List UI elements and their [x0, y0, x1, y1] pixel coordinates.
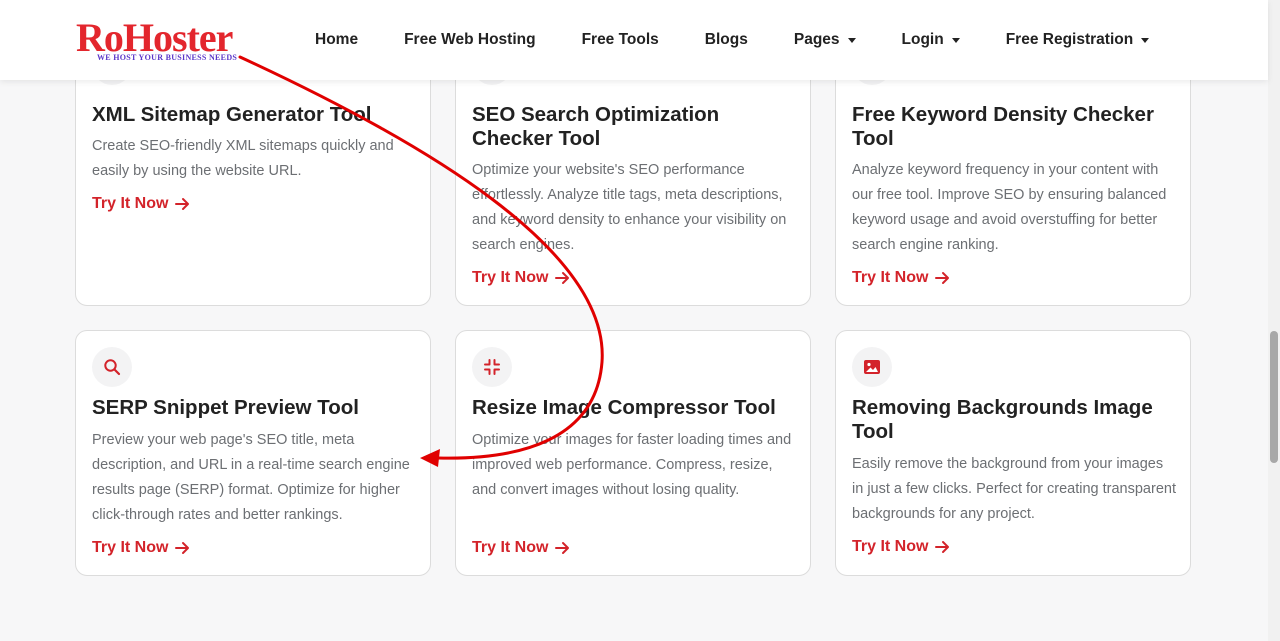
nav-item-home[interactable]: Home [315, 31, 358, 49]
nav-label: Pages [793, 31, 840, 48]
card-description: Optimize your website's SEO performance … [472, 162, 787, 253]
card-title: Free Keyword Density Checker Tool [852, 103, 1154, 150]
caret-down-icon [847, 37, 856, 43]
image-icon [852, 347, 892, 387]
card-description: Optimize your images for faster loading … [472, 432, 792, 498]
caret-down-icon [1141, 37, 1150, 43]
link-label: Try It Now [472, 269, 549, 286]
link-label: Try It Now [472, 539, 549, 556]
try-it-now-link[interactable]: Try It Now [852, 538, 950, 556]
nav-label: Login [901, 31, 944, 48]
tool-card-image-compressor: Resize Image Compressor Tool Optimize yo… [455, 330, 811, 576]
compress-icon [472, 347, 512, 387]
try-it-now-link[interactable]: Try It Now [472, 539, 570, 557]
link-label: Try It Now [92, 195, 169, 212]
nav-label: Blogs [704, 31, 748, 48]
link-label: Try It Now [92, 539, 169, 556]
arrow-right-icon [935, 541, 950, 553]
link-label: Try It Now [852, 269, 929, 286]
card-description: Easily remove the background from your i… [852, 456, 1176, 522]
arrow-right-icon [555, 272, 570, 284]
card-title: Removing Backgrounds Image Tool [852, 396, 1153, 443]
card-description: Analyze keyword frequency in your conten… [852, 162, 1167, 253]
scrollbar-track[interactable] [1268, 0, 1280, 641]
card-title: SERP Snippet Preview Tool [92, 396, 359, 419]
scrollbar-thumb[interactable] [1270, 331, 1278, 463]
caret-down-icon [951, 37, 960, 43]
nav-label: Free Web Hosting [404, 31, 536, 48]
nav-item-free-web-hosting[interactable]: Free Web Hosting [404, 31, 535, 49]
try-it-now-link[interactable]: Try It Now [852, 269, 950, 287]
nav-label: Free Registration [1005, 31, 1134, 48]
card-description: Preview your web page's SEO title, meta … [92, 432, 410, 523]
tool-card-serp-snippet: SERP Snippet Preview Tool Preview your w… [75, 330, 431, 576]
nav-label: Free Tools [581, 31, 659, 48]
arrow-right-icon [175, 542, 190, 554]
logo[interactable]: RoHoster WE HOST YOUR BUSINESS NEEDS [76, 16, 276, 66]
card-title: XML Sitemap Generator Tool [92, 103, 372, 126]
nav-item-blogs[interactable]: Blogs [705, 31, 748, 49]
tool-card-remove-background: Removing Backgrounds Image Tool Easily r… [835, 330, 1191, 576]
try-it-now-link[interactable]: Try It Now [92, 195, 190, 213]
nav-item-free-tools[interactable]: Free Tools [582, 31, 659, 49]
card-title: Resize Image Compressor Tool [472, 396, 776, 419]
arrow-right-icon [175, 198, 190, 210]
try-it-now-link[interactable]: Try It Now [472, 269, 570, 287]
link-label: Try It Now [852, 538, 929, 555]
nav-links: Home Free Web Hosting Free Tools Blogs P… [292, 0, 1172, 80]
arrow-right-icon [555, 542, 570, 554]
nav-item-login[interactable]: Login [902, 31, 960, 49]
navbar: RoHoster WE HOST YOUR BUSINESS NEEDS Hom… [0, 0, 1268, 80]
card-title: SEO Search Optimization Checker Tool [472, 103, 720, 150]
logo-tagline: WE HOST YOUR BUSINESS NEEDS [97, 53, 238, 62]
nav-item-free-registration[interactable]: Free Registration [1005, 31, 1150, 49]
arrow-right-icon [935, 272, 950, 284]
try-it-now-link[interactable]: Try It Now [92, 539, 190, 557]
nav-label: Home [315, 31, 359, 48]
search-icon [92, 347, 132, 387]
card-description: Create SEO-friendly XML sitemaps quickly… [92, 138, 394, 179]
nav-item-pages[interactable]: Pages [794, 31, 856, 49]
